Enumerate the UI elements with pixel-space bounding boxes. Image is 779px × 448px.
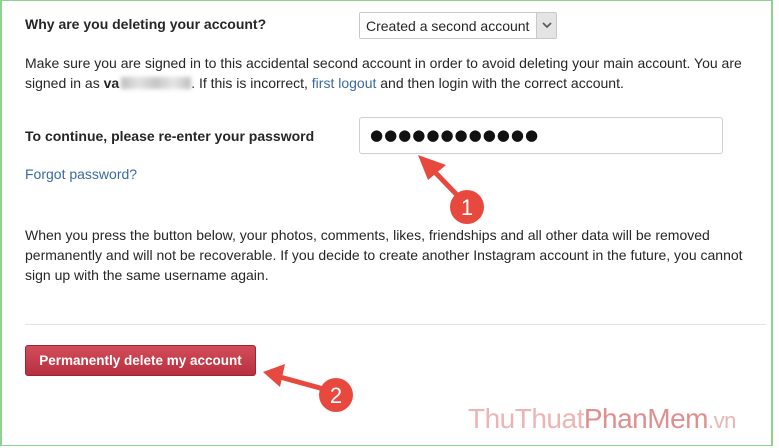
watermark-part3: .vn (707, 408, 736, 433)
arrow-2 (263, 364, 323, 391)
watermark: ThuThuatPhanMem.vn (468, 403, 736, 435)
watermark-part1: ThuThuat (468, 403, 584, 434)
annotation-overlay: 1 2 (263, 155, 484, 412)
step-1-number: 1 (461, 195, 473, 220)
arrow-1 (418, 155, 461, 199)
step-1-badge: 1 (450, 190, 484, 224)
step-2-badge: 2 (319, 378, 353, 412)
watermark-part2: PhanMem (583, 403, 709, 434)
step-2-number: 2 (330, 383, 342, 408)
